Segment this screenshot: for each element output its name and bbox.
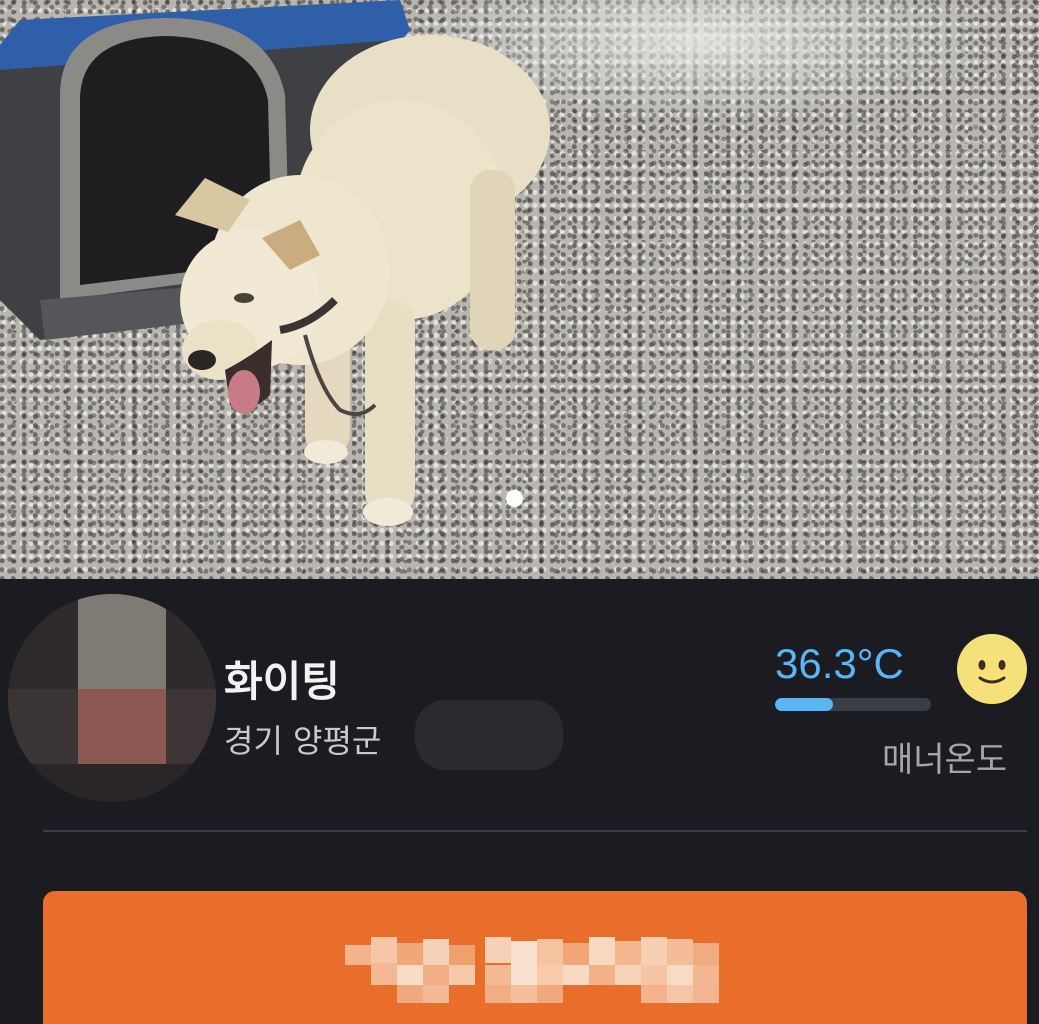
product-detail-page: 화이팅 경기 양평군 36.3°C 매너온도	[0, 0, 1039, 1024]
location-detail-redacted	[415, 700, 563, 770]
primary-action-button[interactable]	[43, 891, 1027, 1024]
manner-temperature-bar-fill	[775, 698, 833, 711]
smiling-face-icon	[957, 634, 1027, 704]
manner-temperature-value: 36.3°C	[775, 640, 904, 687]
carousel-page-indicator	[506, 490, 523, 507]
seller-nickname[interactable]: 화이팅	[224, 648, 340, 709]
obscured-button-label	[345, 937, 719, 1003]
manner-temperature-bar	[775, 698, 931, 711]
product-photo[interactable]	[0, 0, 1039, 579]
seller-location: 경기 양평군	[224, 722, 382, 760]
section-divider	[43, 830, 1027, 832]
seller-avatar[interactable]	[8, 594, 216, 802]
manner-temperature-label[interactable]: 매너온도	[882, 732, 1007, 781]
